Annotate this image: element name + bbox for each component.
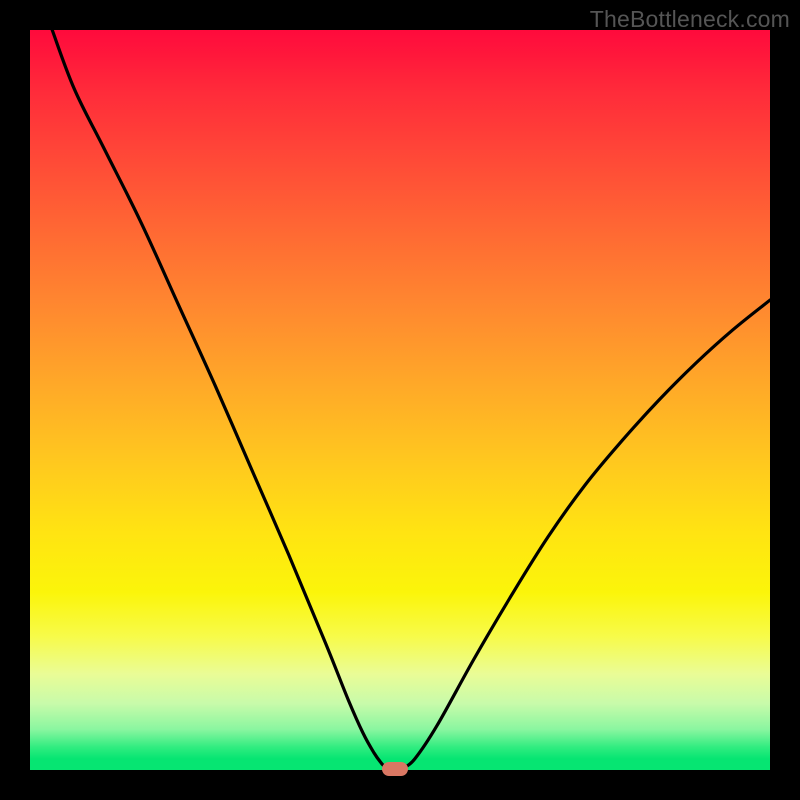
curve-right-branch (404, 300, 770, 768)
bottleneck-curve (30, 30, 770, 770)
curve-left-branch (52, 30, 389, 769)
chart-frame: TheBottleneck.com (0, 0, 800, 800)
watermark-text: TheBottleneck.com (590, 6, 790, 33)
minimum-marker (382, 762, 408, 776)
plot-area (30, 30, 770, 770)
